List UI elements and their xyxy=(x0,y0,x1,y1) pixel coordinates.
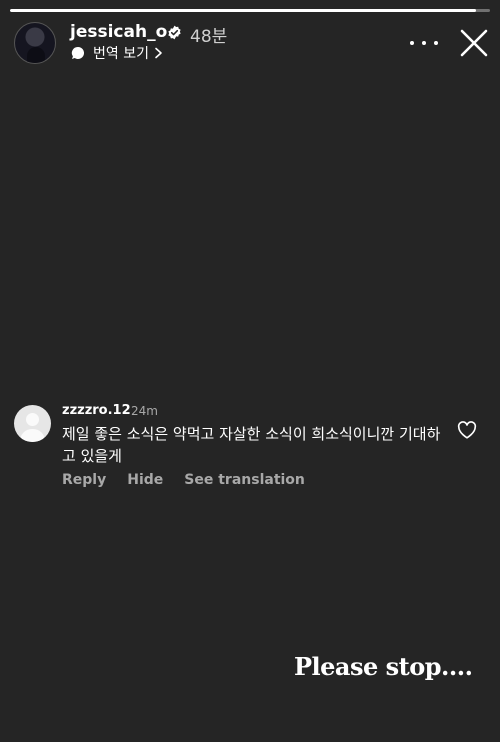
more-dot xyxy=(422,41,426,45)
comment-actions: Reply Hide See translation xyxy=(62,472,326,488)
comment-username[interactable]: zzzzro.12 xyxy=(62,403,131,418)
story-progress-fill xyxy=(10,9,476,12)
comment-text: 제일 좋은 소식은 약먹고 자살한 소식이 희소식이니깐 기대하고 있을게 xyxy=(62,425,441,465)
avatar[interactable] xyxy=(14,22,56,64)
story-caption: Please stop.... xyxy=(294,652,473,681)
more-horizontal-icon xyxy=(410,41,414,45)
comment-avatar[interactable] xyxy=(14,405,51,442)
more-options-button[interactable] xyxy=(410,33,438,53)
see-translation-button[interactable]: See translation xyxy=(184,472,305,488)
translate-label: 번역 보기 xyxy=(93,46,149,62)
comment-time: 24m xyxy=(131,404,158,418)
story-username[interactable]: jessicah_o xyxy=(70,22,167,42)
close-icon[interactable] xyxy=(458,27,490,59)
chevron-right-icon xyxy=(155,47,162,59)
speech-bubble-icon xyxy=(71,46,85,59)
verified-badge-icon xyxy=(168,25,181,40)
more-dot xyxy=(434,41,438,45)
reply-button[interactable]: Reply xyxy=(62,472,106,488)
hide-button[interactable]: Hide xyxy=(127,472,163,488)
story-progress-bar xyxy=(10,9,490,12)
heart-icon[interactable] xyxy=(457,421,477,439)
story-time: 48분 xyxy=(190,27,228,47)
see-translation-link[interactable]: 번역 보기 xyxy=(71,44,163,62)
